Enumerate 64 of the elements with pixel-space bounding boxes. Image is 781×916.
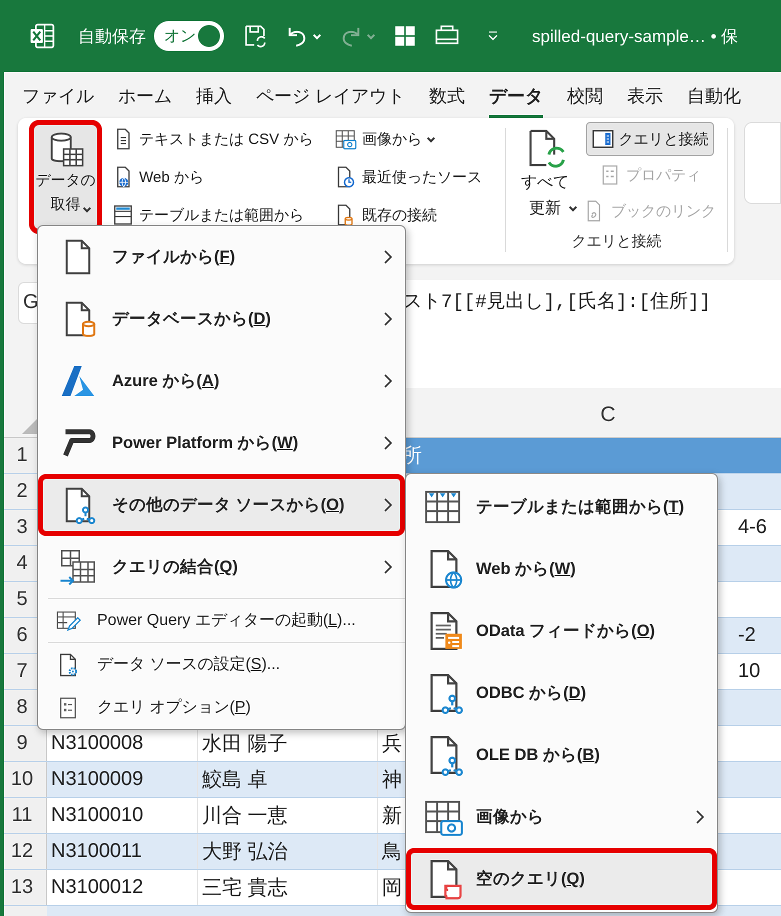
table-cell: 4-6 <box>738 516 767 539</box>
menu-item[interactable]: Web から(W) <box>406 538 717 600</box>
row-header[interactable]: 11 <box>4 798 47 833</box>
table-cell: -2 <box>738 624 756 647</box>
combine-tables-icon <box>58 547 98 587</box>
menu-item[interactable]: ODBC から(D) <box>406 662 717 724</box>
chevron-icon <box>383 249 393 265</box>
image-grid-icon <box>334 127 358 151</box>
ribbon-tab[interactable]: 校閲 <box>567 72 604 118</box>
autosave-label: 自動保存 <box>78 26 146 48</box>
menu-item[interactable]: OLE DB から(B) <box>406 724 717 786</box>
chevron-icon <box>383 497 393 513</box>
group-label: クエリと接続 <box>572 232 662 251</box>
ribbon-tab[interactable]: 数式 <box>429 72 466 118</box>
panel-icon <box>590 127 615 151</box>
row-header[interactable]: 9 <box>4 726 47 761</box>
table-cell-text: 川合 一恵 <box>202 804 288 829</box>
row-header[interactable]: 13 <box>4 870 47 905</box>
menu-item[interactable]: 画像から <box>406 786 717 848</box>
ribbon-tab[interactable]: ホーム <box>118 72 172 118</box>
ribbon-button[interactable]: 画像から <box>329 122 442 156</box>
menu-item[interactable]: OData フィードから(O) <box>406 600 717 662</box>
table-cell: N3100012 <box>51 876 144 899</box>
chevron-icon <box>383 559 393 575</box>
table-cell: 10 <box>738 660 760 683</box>
chevron-icon <box>383 435 393 451</box>
table-cell: N3100009 <box>51 768 144 791</box>
spreadsheet-logo-icon <box>28 22 56 50</box>
ribbon-tab[interactable]: ファイル <box>22 72 94 118</box>
row-header[interactable]: 12 <box>4 834 47 869</box>
autosave-toggle[interactable]: オン <box>154 21 224 51</box>
chevron-icon <box>383 373 393 389</box>
table-cell-text: 神 <box>382 768 402 793</box>
table-cell-text: 兵 <box>382 732 402 757</box>
caret-icon <box>568 205 578 212</box>
table-cell-text: 新 <box>382 804 402 829</box>
ribbon-button[interactable]: Web から <box>106 160 209 194</box>
caret-icon <box>82 206 92 213</box>
table-cell-text: 鳥 <box>382 840 402 865</box>
document-title: spilled-query-sample… • 保 <box>532 26 738 48</box>
refresh-all-button[interactable]: すべて 更新 <box>512 120 578 230</box>
chevron-icon <box>695 809 705 825</box>
ribbon-tab[interactable]: 自動化 <box>687 72 742 118</box>
menu-item[interactable]: 空のクエリ(Q) <box>406 848 717 910</box>
ribbon-button[interactable]: 最近使ったソース <box>329 160 488 194</box>
menu-item[interactable]: その他のデータ ソースから(O) <box>38 474 405 536</box>
ribbon-tab[interactable]: 挿入 <box>196 72 232 118</box>
table-cell-text: 三宅 貴志 <box>202 876 288 901</box>
caret-icon <box>426 136 436 142</box>
row-header[interactable]: 10 <box>4 762 47 797</box>
table-cell-text: 鮫島 卓 <box>202 768 268 793</box>
ribbon-button[interactable]: クエリと接続 <box>586 122 714 156</box>
chevron-icon <box>383 311 393 327</box>
ribbon-tab[interactable]: 表示 <box>627 72 664 118</box>
table-cell-text: 岡 <box>382 876 402 901</box>
table-cell: N3100011 <box>51 840 142 863</box>
get-data-button[interactable]: データの 取得 <box>29 120 102 234</box>
menu-item[interactable]: テーブルまたは範囲から(T) <box>406 476 717 538</box>
ribbon-button[interactable]: テキストまたは CSV から <box>106 122 318 156</box>
table-cell: N3100008 <box>51 732 144 755</box>
table-cell: N3100010 <box>51 804 144 827</box>
ribbon-tab[interactable]: ページ レイアウト <box>256 72 406 118</box>
table-cell-text: 大野 弘治 <box>202 840 288 865</box>
table-cell-text: 水田 陽子 <box>202 732 288 757</box>
